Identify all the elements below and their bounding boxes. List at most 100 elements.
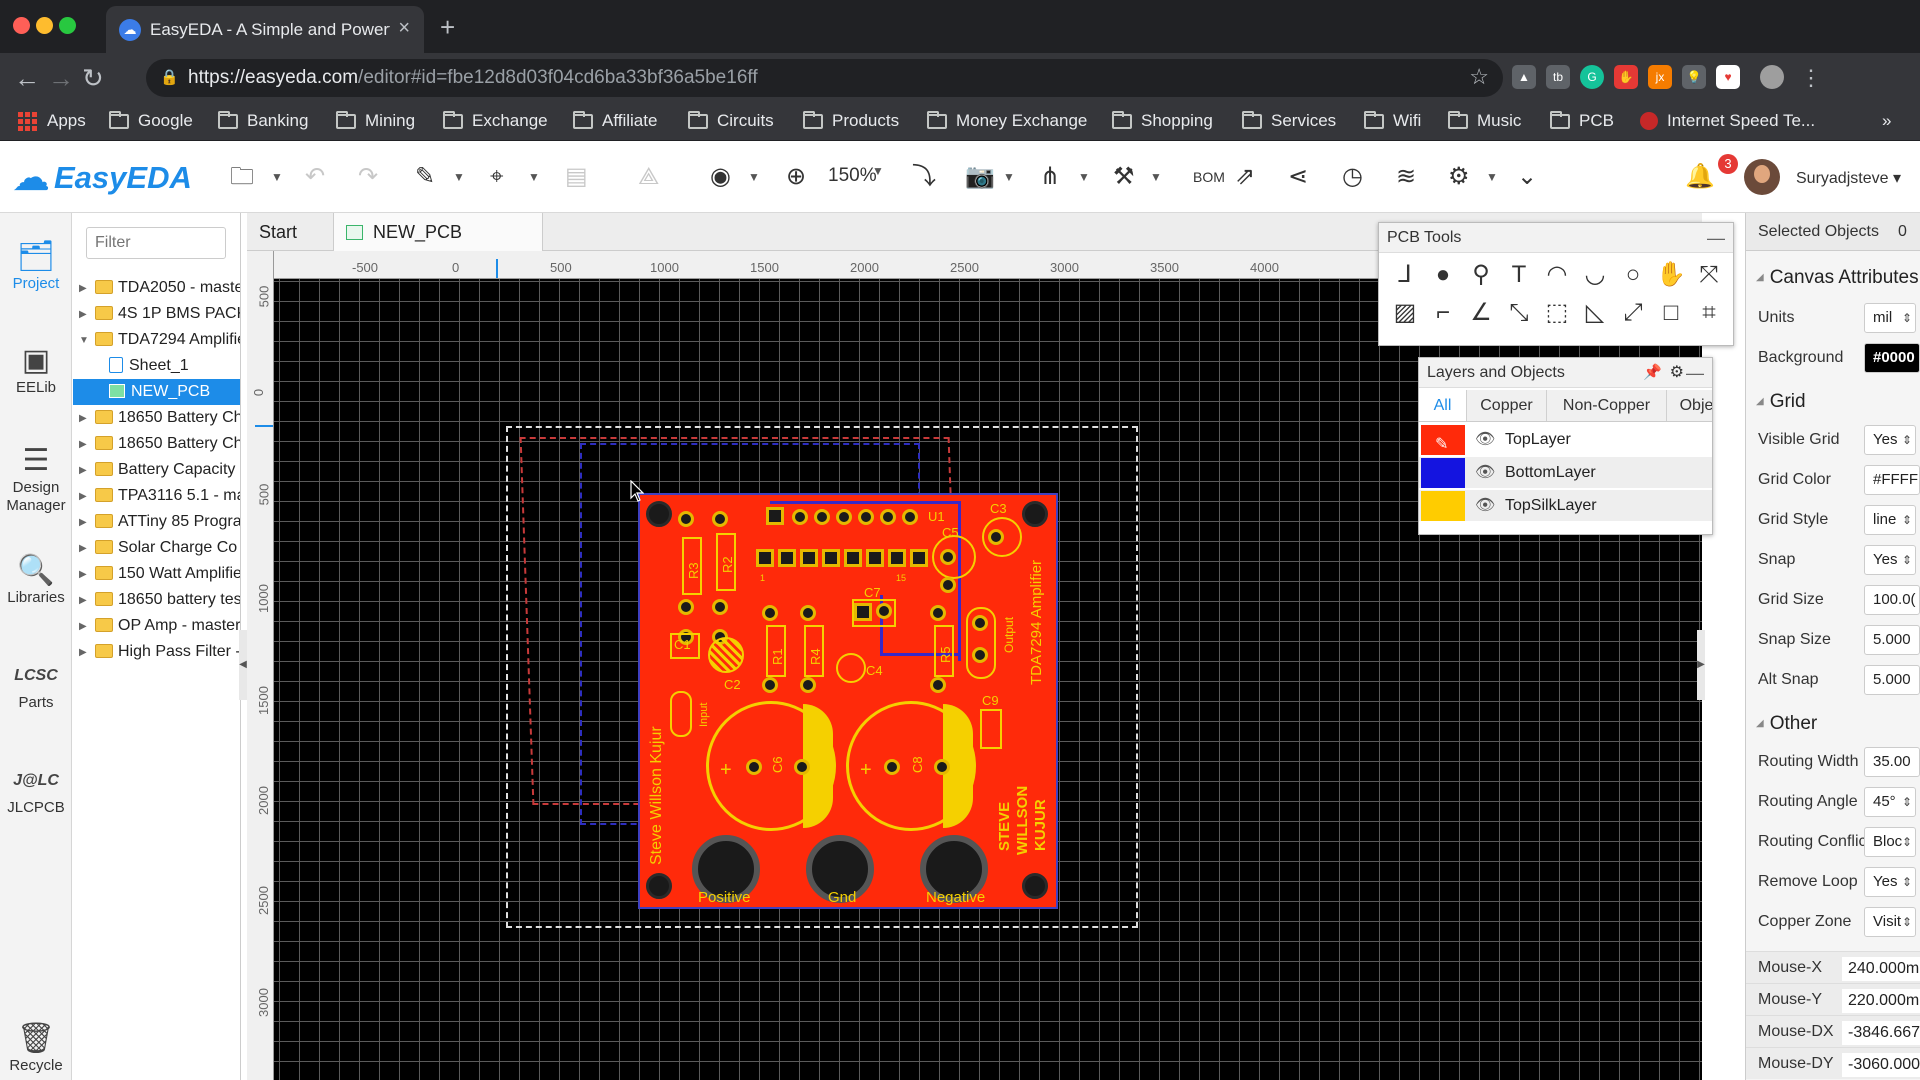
pad-tool-icon[interactable]: ●	[1427, 259, 1459, 291]
tree-item[interactable]: ▶ 18650 battery tes	[73, 587, 240, 613]
chevron-down-icon[interactable]: ▼	[872, 155, 884, 187]
export-icon[interactable]: ⇗	[1235, 161, 1255, 193]
browser-tab[interactable]: ☁ EasyEDA - A Simple and Powerful ×	[106, 6, 424, 53]
new-tab-icon[interactable]: +	[440, 12, 455, 43]
copper-zone-select[interactable]: Visit	[1864, 907, 1916, 937]
background-color-field[interactable]: #0000	[1864, 343, 1920, 373]
folder-icon[interactable]: 🗀	[230, 161, 254, 193]
reload-icon[interactable]: ↻	[82, 63, 104, 93]
chevron-down-icon[interactable]: ▼	[453, 161, 465, 193]
bookmark-services[interactable]: Services	[1242, 110, 1336, 131]
chrome-menu-icon[interactable]: ⋮	[1800, 63, 1822, 93]
eye-icon[interactable]: 👁	[1475, 424, 1495, 456]
chevron-down-icon[interactable]: ▼	[1003, 161, 1015, 193]
pencil-icon[interactable]: ✎	[415, 161, 435, 193]
grid-color-field[interactable]: #FFFF	[1864, 465, 1920, 495]
expand-arrow-icon[interactable]: ▶	[79, 536, 87, 561]
bookmark-mining[interactable]: Mining	[336, 110, 415, 131]
routing-angle-select[interactable]: 45°	[1864, 787, 1916, 817]
routing-conflict-select[interactable]: Bloc	[1864, 827, 1916, 857]
expand-arrow-icon[interactable]: ▶	[79, 458, 87, 483]
lightbulb-extension-icon[interactable]: 💡	[1682, 65, 1706, 89]
bookmark-money-exchange[interactable]: Money Exchange	[927, 110, 1087, 131]
bookmark-apps[interactable]: Apps	[18, 111, 86, 131]
grid-size-field[interactable]: 100.0(	[1864, 585, 1920, 615]
expand-chevron-icon[interactable]: ⌄	[1517, 161, 1537, 193]
track-tool-icon[interactable]: ⅃	[1389, 259, 1421, 291]
layer-color-swatch[interactable]	[1421, 491, 1465, 521]
tree-item[interactable]: ▼ TDA7294 Amplifier	[73, 327, 240, 353]
nav-eelib[interactable]: ▣ EELib	[0, 343, 72, 396]
bell-icon[interactable]: 🔔	[1685, 161, 1715, 193]
bookmark-wifi[interactable]: Wifi	[1364, 110, 1421, 131]
distribute-icon[interactable]: ⟁	[638, 161, 659, 193]
bookmark-pcb[interactable]: PCB	[1550, 110, 1614, 131]
arc2-tool-icon[interactable]: ◡	[1579, 259, 1611, 291]
collapse-arrow-icon[interactable]: ▼	[79, 328, 89, 353]
layer-color-swatch[interactable]: ✎	[1421, 425, 1465, 455]
section-canvas-attributes[interactable]: Canvas Attributes	[1756, 267, 1919, 289]
tab-objects[interactable]: Obje	[1667, 390, 1712, 421]
tree-item[interactable]: ▶ ATTiny 85 Progra	[73, 509, 240, 535]
bookmark-internet-speed[interactable]: Internet Speed Te...	[1640, 111, 1815, 131]
text-tool-icon[interactable]: T	[1503, 259, 1535, 291]
layer-color-swatch[interactable]	[1421, 458, 1465, 488]
heart-extension-icon[interactable]: ♥	[1716, 65, 1740, 89]
jx-extension-icon[interactable]: jx	[1648, 65, 1672, 89]
tree-item[interactable]: ▶ High Pass Filter -	[73, 639, 240, 665]
forward-icon[interactable]: →	[48, 63, 74, 93]
connect-tool-icon[interactable]: ⤡	[1503, 297, 1535, 329]
cross-tool-icon[interactable]: ⤧	[1693, 259, 1725, 291]
nav-project[interactable]: 🗂 Project	[0, 239, 72, 292]
expand-arrow-icon[interactable]: ▶	[79, 614, 87, 639]
red-extension-icon[interactable]: ✋	[1614, 65, 1638, 89]
grammarly-extension-icon[interactable]: G	[1580, 65, 1604, 89]
zoom-in-icon[interactable]: ⊕	[786, 161, 806, 193]
camera-icon[interactable]: 📷	[965, 161, 995, 193]
tab-non-copper[interactable]: Non-Copper	[1547, 390, 1667, 421]
expand-arrow-icon[interactable]: ▶	[79, 640, 87, 665]
minimize-window-button[interactable]	[36, 17, 53, 34]
minimize-panel-button[interactable]: —	[1686, 358, 1704, 388]
nav-parts[interactable]: LCSC Parts	[0, 658, 72, 711]
visible-grid-select[interactable]: Yes	[1864, 425, 1916, 455]
pin-icon[interactable]: 📌	[1643, 358, 1662, 388]
measure-tool-icon[interactable]: ⤢	[1617, 297, 1649, 329]
eye-icon[interactable]: 👁	[1475, 490, 1495, 522]
section-grid[interactable]: Grid	[1756, 391, 1806, 413]
bookmark-circuits[interactable]: Circuits	[688, 110, 774, 131]
close-tab-icon[interactable]: ×	[398, 17, 410, 40]
gear-icon[interactable]: ⚙	[1670, 358, 1684, 388]
avatar[interactable]	[1744, 159, 1780, 195]
tree-item[interactable]: ▶ 4S 1P BMS PACK	[73, 301, 240, 327]
address-bar[interactable]: 🔒 https://easyeda.com/editor#id=fbe12d8d…	[146, 59, 1503, 97]
chevron-down-icon[interactable]: ▼	[1486, 161, 1498, 193]
units-select[interactable]: mil	[1864, 303, 1916, 333]
tree-collapse-handle[interactable]: ◀	[239, 630, 247, 700]
bookmark-exchange[interactable]: Exchange	[443, 110, 548, 131]
tree-item[interactable]: ▶ Battery Capacity	[73, 457, 240, 483]
solid-region-tool-icon[interactable]: ⬚	[1541, 297, 1573, 329]
expand-arrow-icon[interactable]: ▶	[79, 432, 87, 457]
bookmarks-overflow[interactable]: »	[1882, 111, 1891, 131]
bookmark-music[interactable]: Music	[1448, 110, 1521, 131]
tree-item[interactable]: ▶ TDA2050 - master	[73, 275, 240, 301]
back-icon[interactable]: ←	[14, 63, 40, 93]
gear-icon[interactable]: ⚙	[1448, 161, 1470, 193]
routing-width-field[interactable]: 35.00	[1864, 747, 1920, 777]
eye-icon[interactable]: ◉	[710, 161, 731, 193]
expand-arrow-icon[interactable]: ▶	[79, 484, 87, 509]
bookmark-affiliate[interactable]: Affiliate	[573, 110, 657, 131]
bookmark-star-icon[interactable]: ☆	[1469, 64, 1489, 90]
grid-style-select[interactable]: line	[1864, 505, 1916, 535]
tab-new-pcb[interactable]: NEW_PCB	[333, 213, 543, 251]
history-icon[interactable]: ◷	[1342, 161, 1363, 193]
drive-extension-icon[interactable]: ▲	[1512, 65, 1536, 89]
tree-item[interactable]: ▶ Solar Charge Co	[73, 535, 240, 561]
chevron-down-icon[interactable]: ▼	[528, 161, 540, 193]
section-other[interactable]: Other	[1756, 713, 1818, 735]
tree-item[interactable]: ▶ TPA3116 5.1 - ma	[73, 483, 240, 509]
arc-tool-icon[interactable]: ◠	[1541, 259, 1573, 291]
zoom-window-button[interactable]	[59, 17, 76, 34]
nav-libraries[interactable]: 🔍 Libraries	[0, 553, 72, 606]
